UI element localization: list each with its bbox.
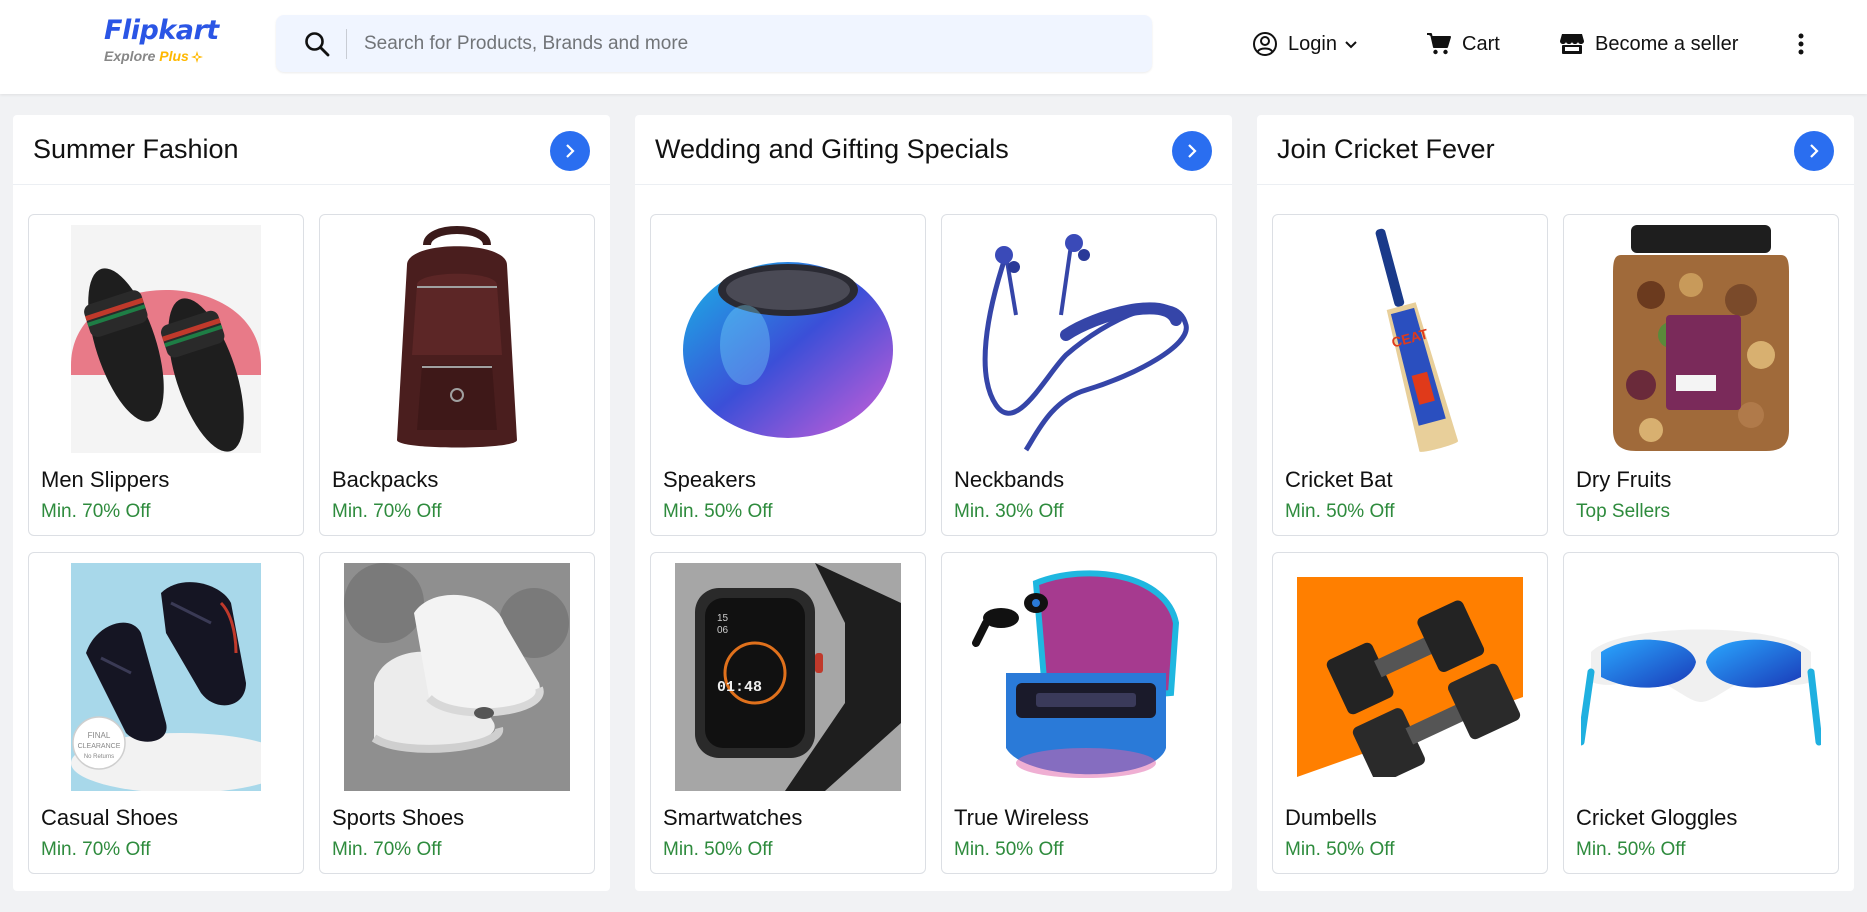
card-offer: Min. 50% Off [663, 839, 773, 860]
card-offer: Min. 30% Off [954, 501, 1064, 522]
cricket-bat-image: CEAT [1285, 225, 1535, 453]
section-title: Summer Fashion [33, 134, 239, 164]
card-name: Backpacks [332, 467, 439, 492]
sunglasses-image [1576, 563, 1826, 791]
section-wedding-gifting: Wedding and Gifting Specials Speakers Mi… [635, 115, 1232, 891]
card-name: Sports Shoes [332, 805, 465, 830]
section-next-button[interactable] [1794, 131, 1834, 171]
card-offer: Min. 50% Off [1576, 839, 1686, 860]
product-card-cricket-gloggles[interactable]: Cricket Gloggles Min. 50% Off [1563, 552, 1839, 874]
login-label: Login [1288, 32, 1337, 55]
smartwatch-image: 01:48 15 06 [663, 563, 913, 791]
backpack-image [332, 225, 582, 453]
search-input[interactable] [358, 23, 1128, 64]
cart-icon [1427, 33, 1451, 55]
product-card-smartwatches[interactable]: 01:48 15 06 Smartwatches Min. 50% Off [650, 552, 926, 874]
dry-fruits-image [1576, 225, 1826, 453]
section-next-button[interactable] [550, 131, 590, 171]
search-icon[interactable] [304, 31, 330, 57]
card-name: Dry Fruits [1576, 467, 1672, 492]
product-card-casual-shoes[interactable]: FINAL CLEARANCE No Returns Casual Shoes … [28, 552, 304, 874]
product-card-dry-fruits[interactable]: Dry Fruits Top Sellers [1563, 214, 1839, 536]
section-title: Join Cricket Fever [1277, 134, 1495, 164]
login-button[interactable]: Login [1252, 28, 1359, 60]
product-card-dumbells[interactable]: Dumbells Min. 50% Off [1272, 552, 1548, 874]
card-name: Neckbands [954, 467, 1065, 492]
section-header: Join Cricket Fever [1257, 115, 1854, 185]
slippers-image [41, 225, 291, 453]
card-offer: Min. 70% Off [332, 839, 442, 860]
earbuds-image [954, 563, 1204, 791]
neckband-image [954, 225, 1204, 453]
casual-shoes-image: FINAL CLEARANCE No Returns [41, 563, 291, 791]
more-vertical-icon [1798, 33, 1804, 55]
product-card-men-slippers[interactable]: Men Slippers Min. 70% Off [28, 214, 304, 536]
watch-date-2: 06 [717, 625, 729, 636]
speaker-image [663, 225, 913, 453]
store-icon [1560, 34, 1584, 54]
product-card-neckbands[interactable]: Neckbands Min. 30% Off [941, 214, 1217, 536]
more-menu-button[interactable] [1790, 30, 1812, 58]
card-offer: Min. 50% Off [663, 501, 773, 522]
section-title: Wedding and Gifting Specials [655, 134, 1009, 164]
logo-sub-plus: Plus [159, 48, 189, 64]
product-card-true-wireless[interactable]: True Wireless Min. 50% Off [941, 552, 1217, 874]
watch-date-1: 15 [717, 613, 729, 624]
card-offer: Min. 50% Off [954, 839, 1064, 860]
become-seller-label: Become a seller [1595, 32, 1739, 55]
chevron-right-icon [1188, 144, 1197, 158]
card-name: Casual Shoes [41, 805, 178, 830]
logo-sub-prefix: Explore [104, 48, 160, 64]
chevron-right-icon [1810, 144, 1819, 158]
product-card-speakers[interactable]: Speakers Min. 50% Off [650, 214, 926, 536]
cart-label: Cart [1462, 32, 1500, 55]
section-header: Summer Fashion [13, 115, 610, 185]
card-name: Men Slippers [41, 467, 170, 492]
card-offer: Min. 50% Off [1285, 839, 1395, 860]
section-next-button[interactable] [1172, 131, 1212, 171]
user-account-icon [1253, 32, 1277, 56]
search-bar [276, 15, 1152, 72]
card-name: Cricket Gloggles [1576, 805, 1738, 830]
card-offer: Min. 70% Off [41, 501, 151, 522]
sports-shoes-image [332, 563, 582, 791]
top-header: Flipkart Explore Plus Login Cart Become … [0, 0, 1867, 94]
badge-line-1: FINAL [88, 731, 111, 740]
card-name: Smartwatches [663, 805, 803, 830]
card-offer: Min. 70% Off [41, 839, 151, 860]
card-name: True Wireless [954, 805, 1089, 830]
become-seller-button[interactable]: Become a seller [1559, 28, 1738, 60]
chevron-down-icon [1345, 41, 1357, 49]
section-header: Wedding and Gifting Specials [635, 115, 1232, 185]
section-summer-fashion: Summer Fashion Men Slippers Min. 70% Off [13, 115, 610, 891]
card-name: Cricket Bat [1285, 467, 1393, 492]
section-cricket-fever: Join Cricket Fever CEAT Cricket Bat Min.… [1257, 115, 1854, 891]
card-offer: Min. 50% Off [1285, 501, 1395, 522]
logo-subtext: Explore Plus [104, 47, 224, 65]
flipkart-logo[interactable]: Flipkart Explore Plus [104, 16, 224, 70]
dumbbells-image [1285, 563, 1535, 791]
product-card-cricket-bat[interactable]: CEAT Cricket Bat Min. 50% Off [1272, 214, 1548, 536]
product-card-sports-shoes[interactable]: Sports Shoes Min. 70% Off [319, 552, 595, 874]
card-name: Speakers [663, 467, 756, 492]
logo-brand-text: Flipkart [104, 15, 219, 46]
badge-line-2: CLEARANCE [78, 743, 121, 750]
card-name: Dumbells [1285, 805, 1377, 830]
card-offer: Min. 70% Off [332, 501, 442, 522]
card-offer: Top Sellers [1576, 501, 1670, 522]
chevron-right-icon [566, 144, 575, 158]
badge-line-3: No Returns [84, 754, 114, 760]
cart-button[interactable]: Cart [1426, 28, 1500, 60]
search-divider [346, 29, 347, 59]
product-card-backpacks[interactable]: Backpacks Min. 70% Off [319, 214, 595, 536]
plus-star-icon [190, 51, 203, 64]
watch-time: 01:48 [717, 679, 762, 696]
